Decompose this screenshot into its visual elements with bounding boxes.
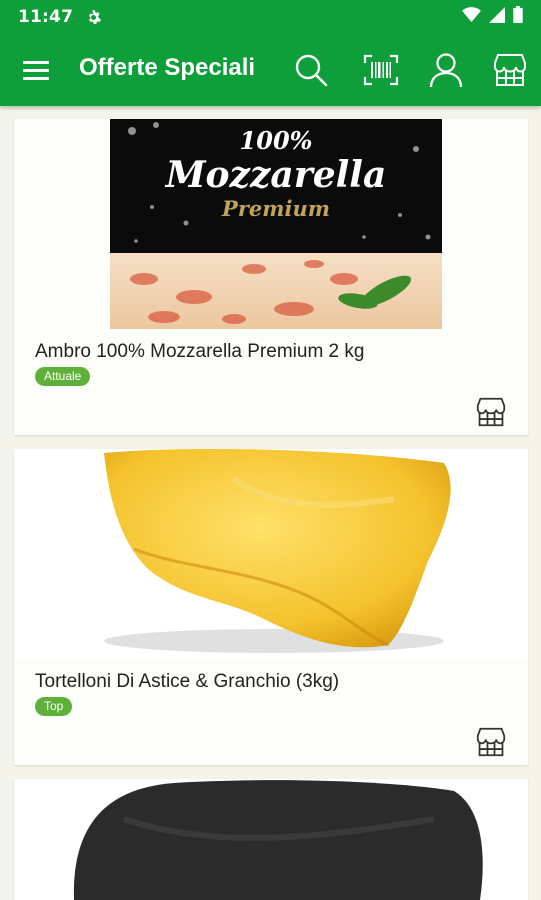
status-bar: 11:47 bbox=[0, 0, 541, 34]
wifi-icon bbox=[462, 6, 481, 28]
store-icon[interactable] bbox=[474, 725, 508, 759]
status-badge: Top bbox=[35, 697, 73, 716]
app-bar: Offerte Speciali bbox=[0, 34, 541, 106]
product-image bbox=[14, 449, 528, 659]
menu-icon[interactable] bbox=[22, 56, 52, 84]
status-time: 11:47 bbox=[18, 7, 74, 27]
store-icon[interactable] bbox=[474, 395, 508, 429]
page-title: Offerte Speciali bbox=[79, 54, 256, 81]
status-badge: Attuale bbox=[35, 367, 91, 386]
product-card[interactable] bbox=[14, 779, 528, 900]
product-card[interactable]: 100% Mozzarella Premium Ambro 100% Mozza… bbox=[14, 119, 528, 435]
gear-icon bbox=[85, 9, 102, 26]
product-name: Tortelloni Di Astice & Granchio (3kg) bbox=[35, 671, 340, 692]
store-icon[interactable] bbox=[490, 50, 530, 90]
packaging-text-percent: 100% bbox=[240, 126, 313, 155]
product-name: Ambro 100% Mozzarella Premium 2 kg bbox=[35, 341, 365, 362]
product-card[interactable]: Tortelloni Di Astice & Granchio (3kg) To… bbox=[14, 449, 528, 765]
product-image bbox=[14, 779, 528, 900]
signal-icon bbox=[489, 6, 505, 28]
packaging-text-premium: Premium bbox=[221, 196, 330, 221]
user-icon[interactable] bbox=[426, 50, 466, 90]
battery-icon bbox=[513, 6, 523, 28]
search-icon[interactable] bbox=[291, 50, 331, 90]
barcode-scanner-icon[interactable] bbox=[361, 50, 401, 90]
packaging-text-brand: Mozzarella bbox=[164, 154, 387, 196]
product-image: 100% Mozzarella Premium bbox=[14, 119, 528, 329]
